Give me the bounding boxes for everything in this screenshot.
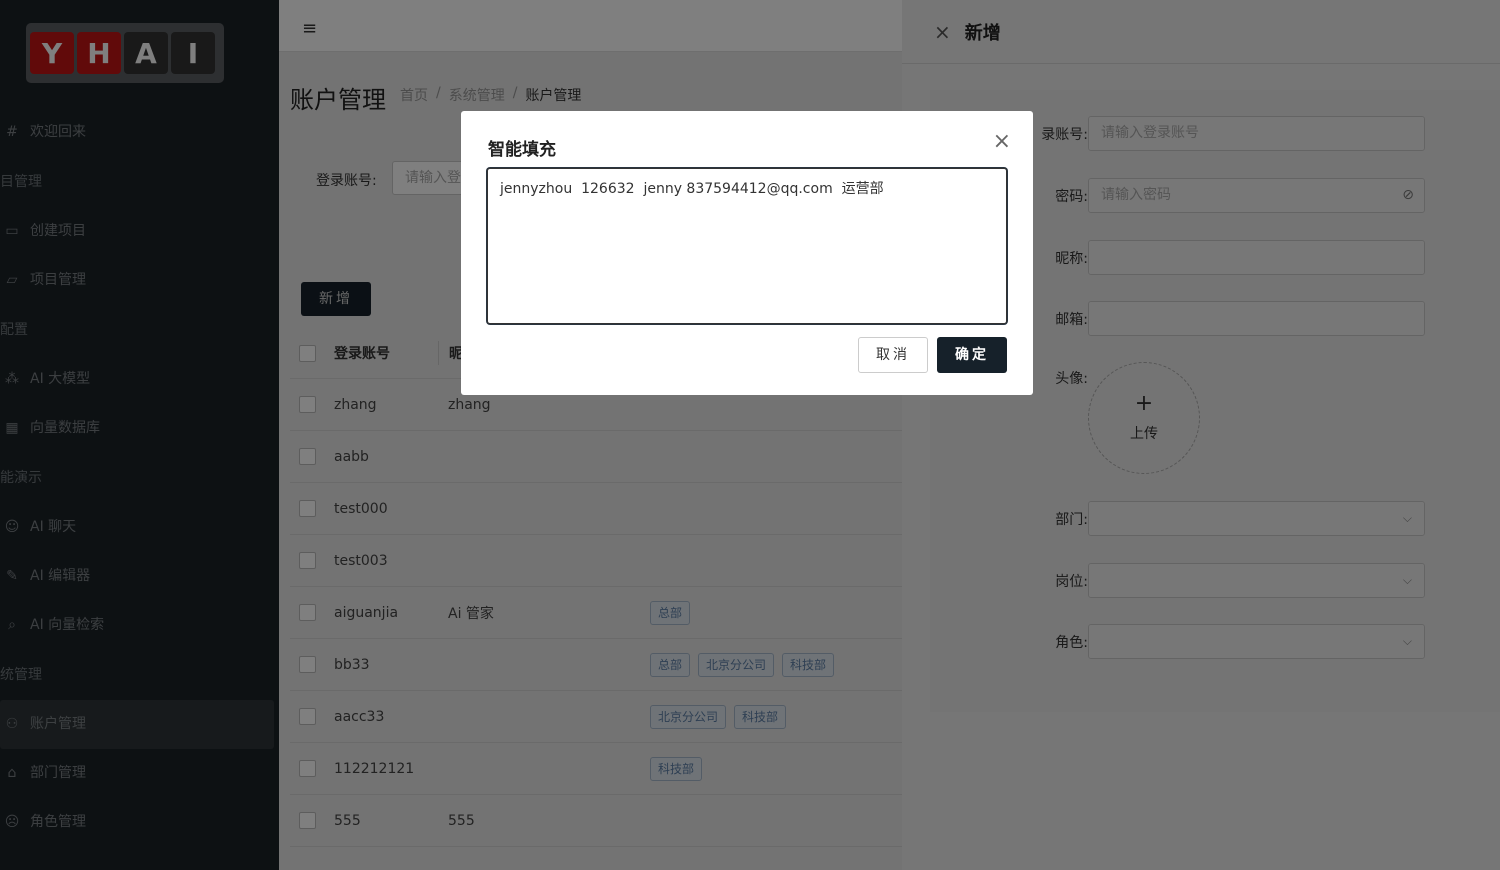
cancel-button[interactable]: 取消 <box>858 337 928 373</box>
smart-fill-modal: 智能填充 × jennyzhou 126632 jenny 837594412@… <box>461 111 1033 395</box>
smart-fill-textarea[interactable]: jennyzhou 126632 jenny 837594412@qq.com … <box>487 168 1007 324</box>
close-icon[interactable]: × <box>993 129 1011 154</box>
modal-title: 智能填充 <box>488 140 556 160</box>
confirm-button[interactable]: 确定 <box>937 337 1007 373</box>
